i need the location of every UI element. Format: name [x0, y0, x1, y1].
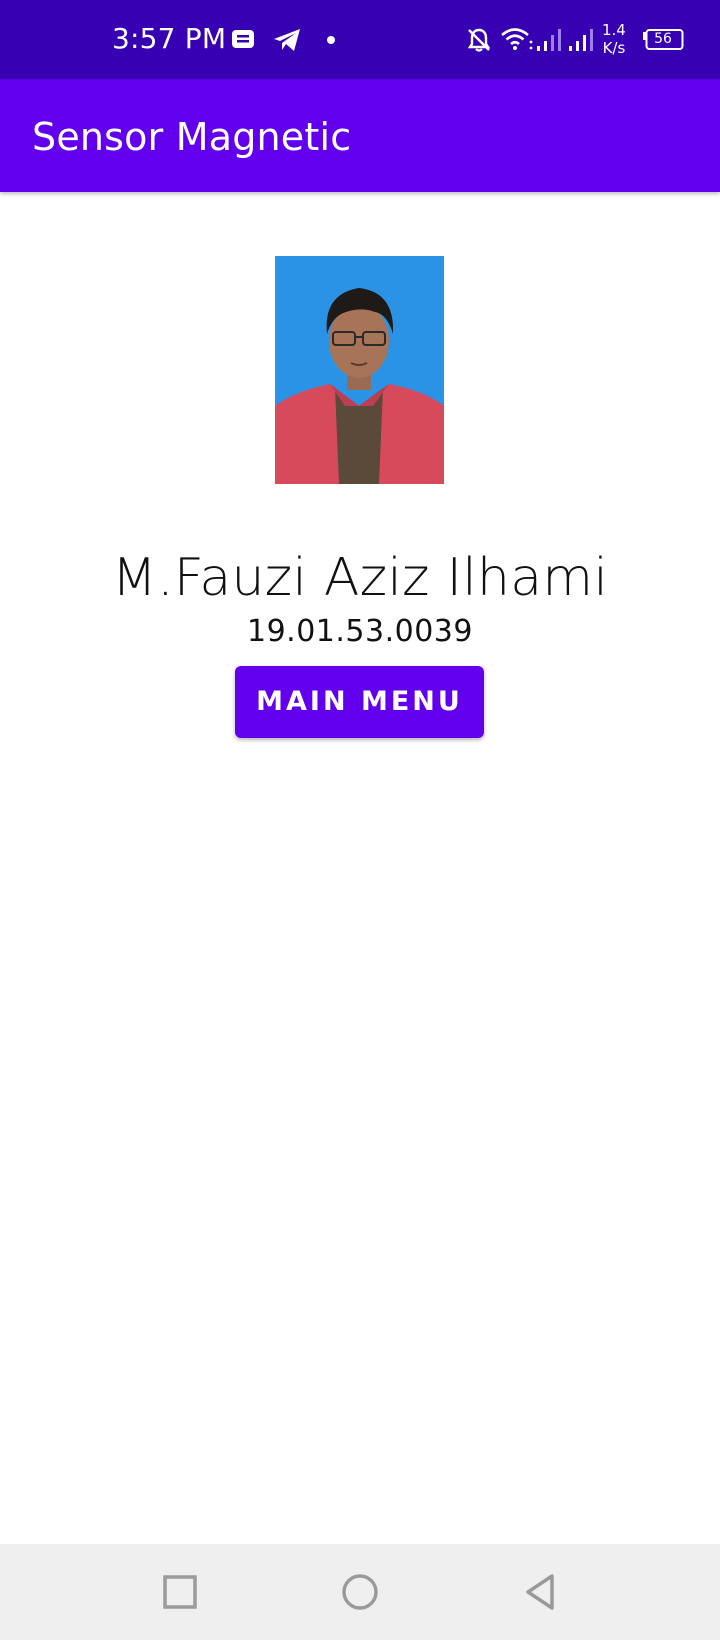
net-speed-unit: K/s [602, 39, 626, 57]
bell-off-icon [467, 28, 491, 52]
navigation-bar [0, 1544, 720, 1640]
app-screen: 3:57 PM 1.4 K/s 56 Sensor Magnetic M.Fau… [0, 0, 720, 1640]
main-menu-button[interactable]: MAIN MENU [235, 666, 484, 738]
back-button[interactable] [514, 1566, 566, 1618]
net-speed: 1.4 K/s [602, 21, 626, 57]
status-time: 3:57 PM [112, 22, 227, 55]
message-icon [232, 30, 254, 48]
signal-icon [537, 29, 561, 51]
app-title: Sensor Magnetic [32, 115, 352, 159]
battery-icon: 56 [642, 29, 684, 50]
status-bar: 3:57 PM 1.4 K/s 56 [0, 0, 720, 79]
telegram-icon [274, 29, 300, 51]
net-speed-value: 1.4 [602, 21, 626, 39]
app-bar: Sensor Magnetic [0, 79, 720, 192]
person-name: M.Fauzi Aziz Ilhami [111, 548, 609, 608]
signal-icon-2 [569, 29, 593, 51]
student-id: 19.01.53.0039 [247, 614, 473, 649]
wifi-icon [501, 28, 533, 50]
home-button[interactable] [334, 1566, 386, 1618]
dot-icon [327, 36, 335, 44]
battery-level: 56 [654, 31, 672, 47]
recents-button[interactable] [154, 1566, 206, 1618]
profile-photo [275, 256, 444, 484]
